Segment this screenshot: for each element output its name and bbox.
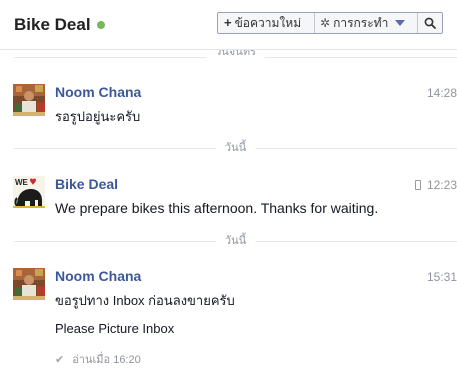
avatar-logo-text: WE	[15, 178, 29, 187]
avatar[interactable]	[13, 268, 45, 300]
new-message-label: ข้อความใหม่	[234, 16, 302, 30]
search-icon	[424, 17, 436, 29]
search-button[interactable]	[418, 13, 442, 33]
actions-button[interactable]: ✲ การกระทำ	[315, 13, 418, 33]
message-time: 14:28	[426, 86, 457, 100]
date-divider: วันนี้	[14, 234, 457, 248]
message-text: We prepare bikes this afternoon. Thanks …	[55, 200, 379, 216]
new-message-button[interactable]: + ข้อความใหม่	[218, 13, 315, 33]
seen-status-text: อ่านเมื่อ 16:20	[72, 354, 141, 366]
message-time: 15:31	[426, 270, 457, 284]
plus-icon: +	[224, 15, 232, 30]
sender-name[interactable]: Noom Chana	[55, 268, 141, 284]
message-text: รอรูปอยู่นะครับ	[55, 109, 141, 124]
chevron-down-icon	[395, 20, 406, 26]
date-divider-label: วันนี้	[215, 234, 256, 248]
mobile-icon	[414, 180, 421, 190]
actions-label: การกระทำ	[333, 16, 389, 30]
message-text: ขอรูปทาง Inbox ก่อนลงขายครับ	[55, 293, 235, 308]
date-divider-top: วันจันทร์	[14, 50, 457, 62]
gear-icon: ✲	[320, 16, 331, 30]
check-icon: ✔	[55, 354, 65, 366]
seen-status: ✔ อ่านเมื่อ 16:20	[55, 350, 141, 368]
message-time: 12:23	[426, 178, 457, 192]
date-divider: วันนี้	[14, 141, 457, 155]
message-text: Please Picture Inbox	[55, 321, 175, 336]
conversation-title[interactable]: Bike Deal	[14, 15, 91, 35]
message-time-wrap: 12:23	[397, 178, 457, 192]
sender-name[interactable]: Bike Deal	[55, 176, 118, 192]
online-status-dot	[97, 21, 105, 29]
avatar[interactable]	[13, 84, 45, 116]
date-divider-label: วันนี้	[215, 141, 256, 155]
date-divider-label: วันจันทร์	[206, 50, 265, 59]
sender-name[interactable]: Noom Chana	[55, 84, 141, 100]
avatar[interactable]: WE	[13, 176, 45, 208]
header-toolbar: + ข้อความใหม่ ✲ การกระทำ	[217, 12, 443, 34]
conversation-header: Bike Deal + ข้อความใหม่ ✲ การกระทำ	[0, 0, 457, 50]
